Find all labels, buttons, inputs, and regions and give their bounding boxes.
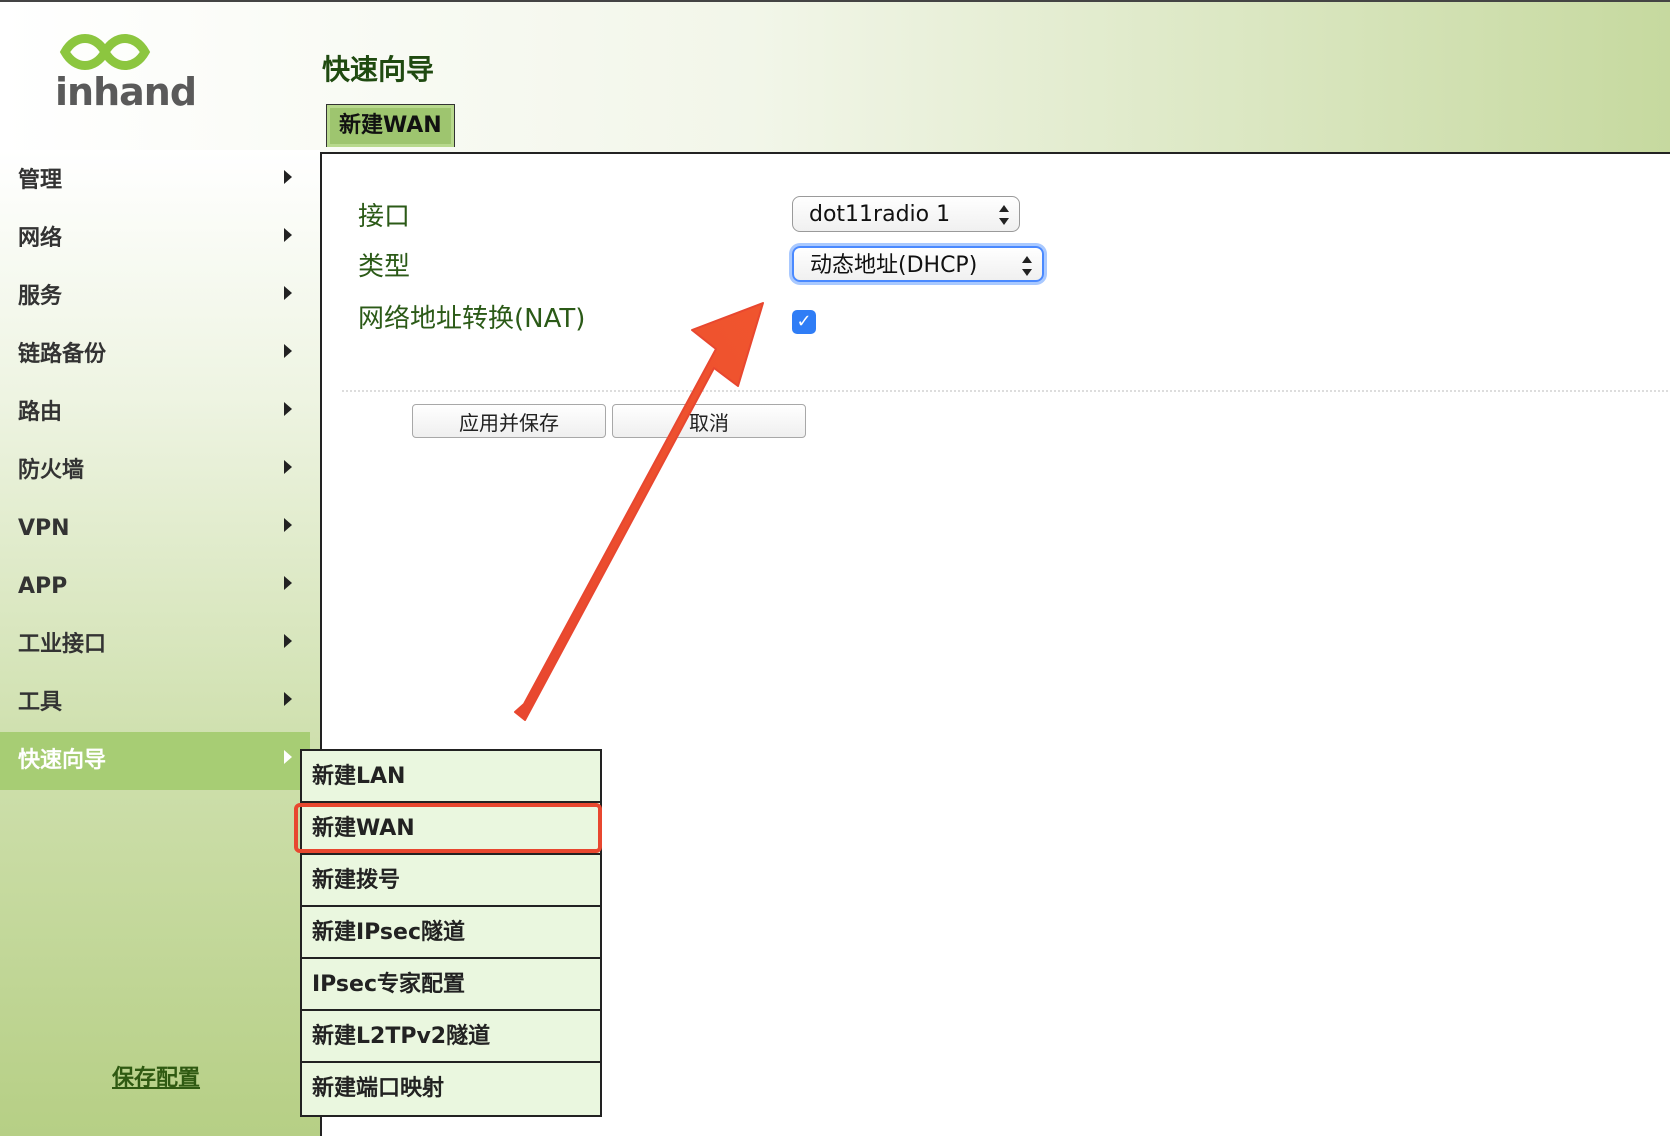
select-spinner-icon [1022, 256, 1032, 276]
interface-select[interactable]: dot11radio 1 [792, 196, 1020, 232]
sidebar-item-label: 快速向导 [18, 748, 107, 773]
sidebar-item-industrial-interface[interactable]: 工业接口 [0, 616, 310, 674]
submenu-item-new-ipsec-tunnel[interactable]: 新建IPsec隧道 [302, 907, 600, 959]
inhand-logo: inhand [55, 32, 197, 122]
sidebar-item-management[interactable]: 管理 [0, 152, 310, 210]
cancel-button[interactable]: 取消 [612, 404, 806, 438]
sidebar-item-label: APP [18, 574, 68, 599]
form-divider [342, 390, 1670, 392]
chevron-right-icon [284, 634, 292, 648]
chevron-right-icon [284, 286, 292, 300]
sidebar-item-label: 网络 [18, 226, 63, 251]
sidebar-item-network[interactable]: 网络 [0, 210, 310, 268]
sidebar-item-label: 服务 [18, 284, 63, 309]
interface-select-value: dot11radio 1 [809, 202, 951, 227]
logo-mark-icon [59, 34, 151, 70]
chevron-right-icon [284, 576, 292, 590]
submenu-item-ipsec-expert[interactable]: IPsec专家配置 [302, 959, 600, 1011]
sidebar-item-label: 路由 [18, 400, 63, 425]
save-config-link[interactable]: 保存配置 [112, 1060, 200, 1092]
select-spinner-icon [999, 205, 1009, 225]
chevron-right-icon [284, 402, 292, 416]
chevron-right-icon [284, 344, 292, 358]
sidebar-item-tools[interactable]: 工具 [0, 674, 310, 732]
sidebar-item-label: VPN [18, 516, 70, 541]
apply-save-button[interactable]: 应用并保存 [412, 404, 606, 438]
chevron-right-icon [284, 460, 292, 474]
sidebar-item-app[interactable]: APP [0, 558, 310, 616]
submenu-item-new-lan[interactable]: 新建LAN [302, 751, 600, 803]
type-select[interactable]: 动态地址(DHCP) [792, 246, 1044, 282]
sidebar-item-routing[interactable]: 路由 [0, 384, 310, 442]
type-label: 类型 [358, 252, 411, 282]
sidebar-item-link-backup[interactable]: 链路备份 [0, 326, 310, 384]
tab-new-wan[interactable]: 新建WAN [326, 104, 455, 147]
chevron-right-icon [284, 518, 292, 532]
page-title: 快速向导 [322, 53, 435, 86]
nat-label: 网络地址转换(NAT) [358, 304, 586, 334]
sidebar-item-label: 管理 [18, 168, 63, 193]
logo-text: inhand [55, 70, 197, 114]
submenu-item-new-port-mapping[interactable]: 新建端口映射 [302, 1063, 600, 1115]
chevron-right-icon [284, 692, 292, 706]
chevron-right-icon [284, 170, 292, 184]
sidebar-item-label: 工具 [18, 690, 63, 715]
submenu-item-new-dialup[interactable]: 新建拨号 [302, 855, 600, 907]
sidebar-item-label: 工业接口 [18, 632, 107, 657]
sidebar-menu: 管理 网络 服务 链路备份 路由 防火墙 VPN APP 工业接口 工具 快速向… [0, 152, 310, 790]
highlight-box-new-wan [294, 803, 602, 853]
sidebar-item-label: 防火墙 [18, 458, 85, 483]
header-band [0, 0, 1670, 154]
sidebar-item-label: 链路备份 [18, 342, 107, 367]
interface-label: 接口 [358, 202, 411, 232]
sidebar-item-services[interactable]: 服务 [0, 268, 310, 326]
sidebar-item-firewall[interactable]: 防火墙 [0, 442, 310, 500]
sidebar-item-quick-wizard[interactable]: 快速向导 [0, 732, 310, 790]
type-select-value: 动态地址(DHCP) [810, 253, 978, 278]
sidebar-item-vpn[interactable]: VPN [0, 500, 310, 558]
chevron-right-icon [284, 750, 292, 764]
router-admin-page: inhand 管理 网络 服务 链路备份 路由 防火墙 VPN APP 工业接口… [0, 0, 1670, 1136]
submenu-item-new-l2tpv2-tunnel[interactable]: 新建L2TPv2隧道 [302, 1011, 600, 1063]
nat-checkbox[interactable]: ✓ [792, 310, 816, 334]
checkmark-icon: ✓ [796, 311, 812, 332]
chevron-right-icon [284, 228, 292, 242]
